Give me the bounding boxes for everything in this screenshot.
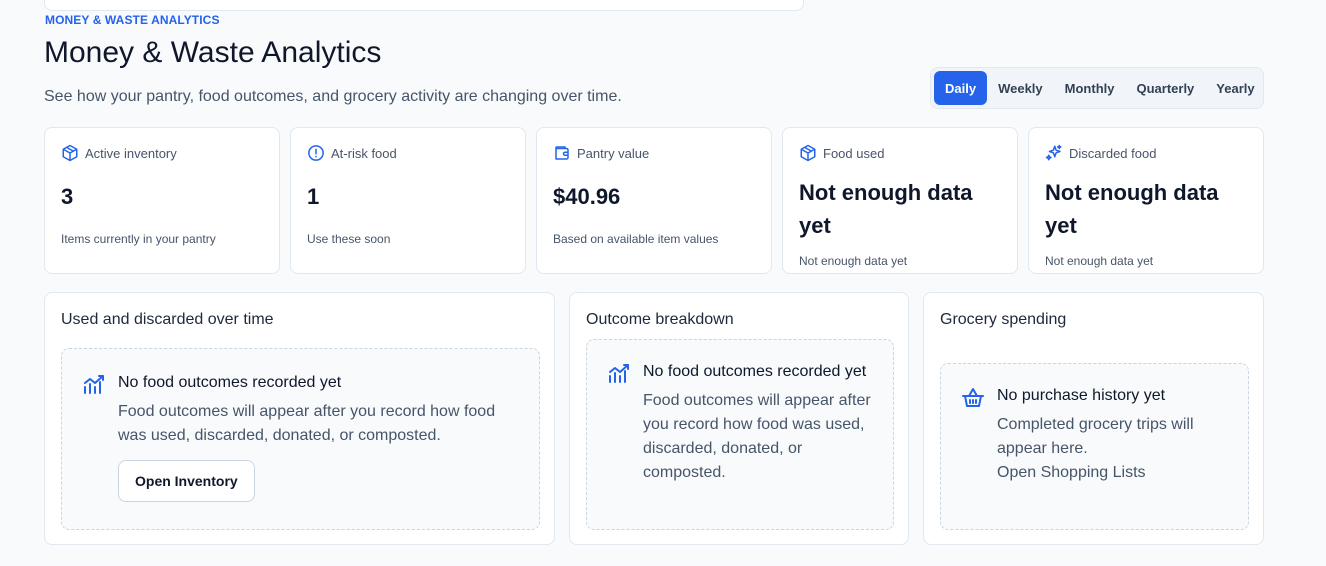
stat-caption: Items currently in your pantry (61, 232, 216, 246)
open-shopping-lists-link[interactable]: Open Shopping Lists (997, 461, 1228, 485)
stat-caption: Not enough data yet (1045, 254, 1154, 268)
chart-line-icon (609, 364, 629, 383)
panel-title: Grocery spending (940, 311, 1067, 328)
stat-card-active-inventory: Active inventory 3 Items currently in yo… (44, 127, 280, 274)
empty-state: No food outcomes recorded yet Food outco… (586, 339, 894, 530)
stat-label: Food used (823, 145, 885, 161)
open-inventory-button[interactable]: Open Inventory (118, 460, 255, 502)
page-subtitle: See how your pantry, food outcomes, and … (44, 88, 622, 105)
period-toggle: Daily Weekly Monthly Quarterly Yearly (930, 67, 1264, 109)
wallet-icon (555, 146, 569, 160)
panel-grocery-spending: Grocery spending No purchase history yet… (923, 292, 1264, 545)
stat-card-discarded-food: Discarded food Not enough data yet Not e… (1028, 127, 1264, 274)
stat-label: At-risk food (331, 145, 397, 161)
panel-title: Outcome breakdown (586, 311, 734, 328)
stat-card-at-risk-food: At-risk food 1 Use these soon (290, 127, 526, 274)
stat-label: Active inventory (85, 145, 177, 161)
package-icon (62, 144, 78, 162)
empty-state-description: Completed grocery trips will appear here… (997, 416, 1194, 457)
stat-caption: Based on available item values (553, 232, 719, 246)
sparkles-icon (1045, 144, 1062, 161)
stat-card-food-used: Food used Not enough data yet Not enough… (782, 127, 1018, 274)
shopping-basket-icon (962, 388, 984, 407)
stat-value: Not enough data yet (799, 180, 973, 238)
stat-card-pantry-value: Pantry value $40.96 Based on available i… (536, 127, 772, 274)
empty-state: No food outcomes recorded yet Food outco… (61, 348, 540, 530)
stat-value: Not enough data yet (1045, 180, 1219, 238)
stat-label: Discarded food (1069, 145, 1157, 161)
empty-state-title: No purchase history yet (997, 387, 1166, 404)
panel-used-discarded-over-time: Used and discarded over time No food out… (44, 292, 555, 545)
panel-title: Used and discarded over time (61, 311, 274, 328)
page-eyebrow: MONEY & WASTE ANALYTICS (45, 13, 220, 27)
empty-state-description: Food outcomes will appear after you reco… (118, 403, 496, 444)
stat-value: $40.96 (553, 184, 621, 209)
stat-value: 1 (307, 184, 320, 209)
top-search-bar (44, 0, 804, 11)
stat-value: 3 (61, 184, 74, 209)
empty-state-description: Food outcomes will appear after you reco… (643, 392, 871, 481)
empty-state-title: No food outcomes recorded yet (118, 374, 342, 391)
alert-circle-icon (308, 145, 324, 161)
empty-state: No purchase history yet Completed grocer… (940, 363, 1249, 530)
page-title: Money & Waste Analytics (44, 36, 382, 69)
period-daily-button[interactable]: Daily (934, 71, 988, 105)
chart-line-icon (84, 375, 104, 394)
period-yearly-button[interactable]: Yearly (1205, 71, 1265, 105)
stat-caption: Not enough data yet (799, 254, 908, 268)
period-quarterly-button[interactable]: Quarterly (1125, 71, 1205, 105)
empty-state-title: No food outcomes recorded yet (643, 363, 867, 380)
package-icon (800, 144, 816, 162)
panel-outcome-breakdown: Outcome breakdown No food outcomes recor… (569, 292, 909, 545)
period-weekly-button[interactable]: Weekly (987, 71, 1054, 105)
stat-caption: Use these soon (307, 232, 391, 246)
stat-label: Pantry value (577, 145, 650, 161)
period-monthly-button[interactable]: Monthly (1054, 71, 1126, 105)
